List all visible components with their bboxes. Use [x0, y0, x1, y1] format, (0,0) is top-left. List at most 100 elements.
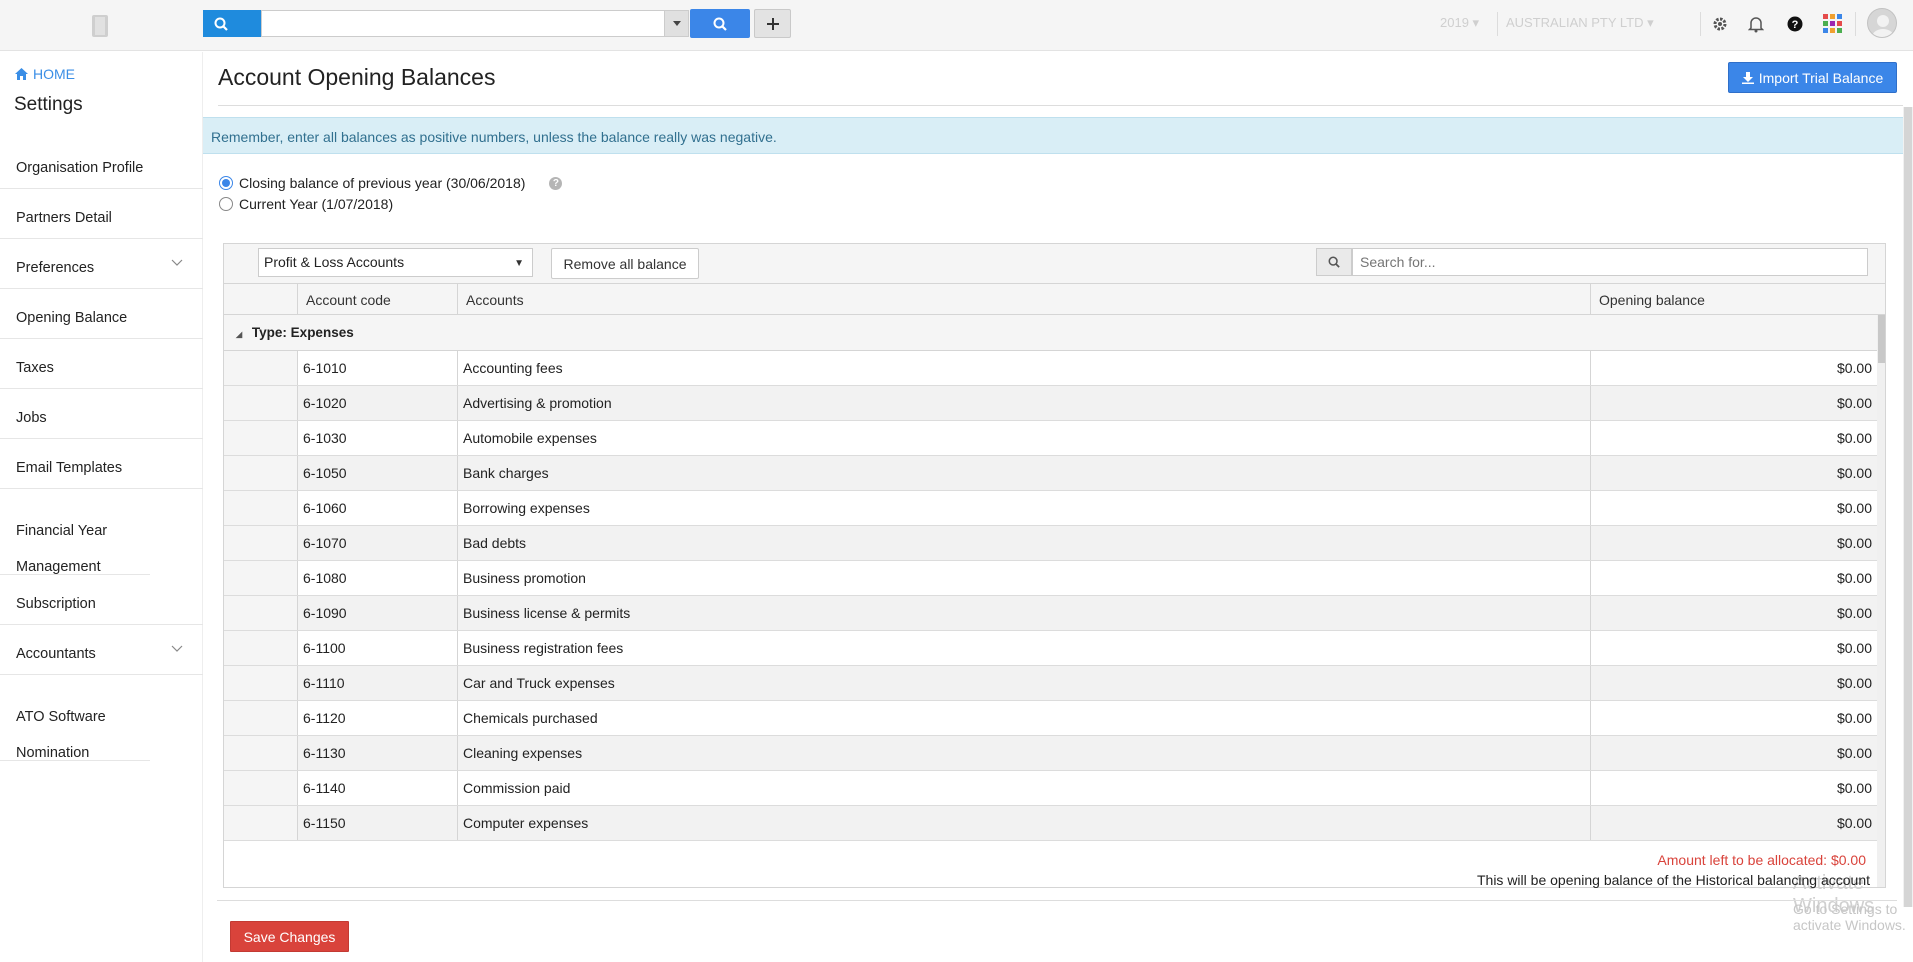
gear-icon[interactable] [1708, 12, 1732, 36]
opening-balance-cell[interactable]: $0.00 [1590, 421, 1877, 455]
sidebar-item-label: Preferences [16, 259, 95, 276]
account-code-cell: 6-1080 [297, 561, 457, 595]
table-row[interactable]: 6-1140 Commission paid $0.00 [224, 771, 1877, 806]
help-icon[interactable]: ? [1783, 12, 1807, 36]
opening-balance-cell[interactable]: $0.00 [1590, 771, 1877, 805]
group-label: Type: Expenses [251, 325, 354, 340]
search-submit-button[interactable] [690, 9, 750, 38]
import-trial-balance-button[interactable]: Import Trial Balance [1728, 62, 1897, 93]
home-link[interactable]: HOME [15, 66, 75, 82]
row-handle [224, 596, 297, 630]
sidebar-item-ato-software-nomination[interactable]: ATO Software Nomination [0, 675, 150, 761]
account-code-cell: 6-1030 [297, 421, 457, 455]
opening-balance-cell[interactable]: $0.00 [1590, 631, 1877, 665]
svg-text:?: ? [1792, 19, 1799, 31]
account-code-cell: 6-1060 [297, 491, 457, 525]
year-selector[interactable]: 2019 ▾ [1440, 15, 1479, 31]
opening-balance-cell[interactable]: $0.00 [1590, 596, 1877, 630]
page-scrollbar-thumb[interactable] [1904, 107, 1912, 907]
sidebar-item-opening-balance[interactable]: Opening Balance [0, 289, 203, 339]
column-header-accounts[interactable]: Accounts [457, 284, 1590, 315]
grid-scrollbar[interactable] [1877, 315, 1885, 887]
opening-balance-cell[interactable]: $0.00 [1590, 456, 1877, 490]
account-name-cell: Bad debts [457, 526, 1590, 560]
table-row[interactable]: 6-1130 Cleaning expenses $0.00 [224, 736, 1877, 771]
sidebar-item-email-templates[interactable]: Email Templates [0, 439, 203, 489]
table-row[interactable]: 6-1030 Automobile expenses $0.00 [224, 421, 1877, 456]
opening-balance-cell[interactable]: $0.00 [1590, 386, 1877, 420]
row-handle [224, 771, 297, 805]
account-name-cell: Car and Truck expenses [457, 666, 1590, 700]
opening-balance-cell[interactable]: $0.00 [1590, 491, 1877, 525]
opening-balance-cell[interactable]: $0.00 [1590, 701, 1877, 735]
grid-scrollbar-thumb[interactable] [1878, 315, 1885, 363]
table-row[interactable]: 6-1010 Accounting fees $0.00 [224, 351, 1877, 386]
opening-balance-cell[interactable]: $0.00 [1590, 526, 1877, 560]
collapse-triangle-icon[interactable]: ◢ [236, 330, 242, 339]
book-logo-icon[interactable] [80, 10, 122, 42]
sidebar-item-accountants[interactable]: Accountants [0, 625, 203, 675]
account-name-cell: Cleaning expenses [457, 736, 1590, 770]
radio-button-selected[interactable] [219, 176, 233, 190]
search-icon[interactable] [1316, 248, 1352, 276]
page-title: Account Opening Balances [218, 64, 496, 90]
row-handle [224, 386, 297, 420]
opening-balance-cell[interactable]: $0.00 [1590, 736, 1877, 770]
table-row[interactable]: 6-1100 Business registration fees $0.00 [224, 631, 1877, 666]
row-handle [224, 421, 297, 455]
table-row[interactable]: 6-1080 Business promotion $0.00 [224, 561, 1877, 596]
opening-balance-cell[interactable]: $0.00 [1590, 561, 1877, 595]
table-row[interactable]: 6-1020 Advertising & promotion $0.00 [224, 386, 1877, 421]
sidebar-item-subscription[interactable]: Subscription [0, 575, 203, 625]
opening-balance-cell[interactable]: $0.00 [1590, 806, 1877, 840]
home-icon [15, 68, 28, 80]
column-header-opening-balance[interactable]: Opening balance [1590, 284, 1877, 315]
bell-icon[interactable] [1744, 12, 1768, 36]
add-new-button[interactable] [754, 9, 791, 38]
table-row[interactable]: 6-1050 Bank charges $0.00 [224, 456, 1877, 491]
account-type-select[interactable]: Profit & Loss Accounts ▼ [258, 248, 533, 277]
account-code-cell: 6-1110 [297, 666, 457, 700]
grid-search-input[interactable] [1352, 248, 1868, 276]
group-row-expenses[interactable]: ◢ Type: Expenses [224, 315, 1885, 351]
user-avatar-icon[interactable] [1867, 8, 1897, 38]
radio-button[interactable] [219, 197, 233, 211]
radio-option-current-year[interactable]: Current Year (1/07/2018) [219, 196, 393, 212]
table-row[interactable]: 6-1060 Borrowing expenses $0.00 [224, 491, 1877, 526]
table-row[interactable]: 6-1120 Chemicals purchased $0.00 [224, 701, 1877, 736]
sidebar-item-label: Opening Balance [16, 309, 128, 326]
account-code-cell: 6-1050 [297, 456, 457, 490]
sidebar-item-label: Subscription [16, 595, 96, 612]
search-dropdown-button[interactable] [665, 10, 689, 37]
remove-all-balance-button[interactable]: Remove all balance [551, 248, 699, 279]
sidebar-item-label: Organisation Profile [16, 159, 144, 176]
search-icon [713, 17, 727, 31]
sidebar-item-organisation-profile[interactable]: Organisation Profile [0, 139, 203, 189]
page-scrollbar[interactable] [1903, 107, 1913, 907]
global-search-input[interactable] [261, 10, 665, 37]
organisation-selector[interactable]: AUSTRALIAN PTY LTD ▾ [1506, 15, 1654, 31]
help-icon[interactable]: ? [549, 176, 563, 190]
apps-grid-icon[interactable] [1821, 12, 1845, 36]
column-header-account-code[interactable]: Account code [297, 284, 457, 315]
sidebar-item-financial-year-management[interactable]: Financial Year Management [0, 489, 150, 575]
sidebar-item-jobs[interactable]: Jobs [0, 389, 203, 439]
account-code-cell: 6-1150 [297, 806, 457, 840]
divider [218, 105, 1903, 106]
account-code-cell: 6-1010 [297, 351, 457, 385]
table-row[interactable]: 6-1110 Car and Truck expenses $0.00 [224, 666, 1877, 701]
opening-balance-cell[interactable]: $0.00 [1590, 666, 1877, 700]
opening-balance-cell[interactable]: $0.00 [1590, 351, 1877, 385]
search-icon[interactable] [203, 10, 261, 37]
account-code-cell: 6-1100 [297, 631, 457, 665]
sidebar-item-preferences[interactable]: Preferences [0, 239, 203, 289]
sidebar-item-taxes[interactable]: Taxes [0, 339, 203, 389]
table-row[interactable]: 6-1070 Bad debts $0.00 [224, 526, 1877, 561]
table-row[interactable]: 6-1150 Computer expenses $0.00 [224, 806, 1877, 841]
row-handle [224, 736, 297, 770]
radio-option-closing-balance[interactable]: Closing balance of previous year (30/06/… [219, 175, 563, 191]
sidebar-item-label: Email Templates [16, 459, 123, 476]
table-row[interactable]: 6-1090 Business license & permits $0.00 [224, 596, 1877, 631]
save-changes-button[interactable]: Save Changes [230, 921, 349, 952]
sidebar-item-partners-detail[interactable]: Partners Detail [0, 189, 203, 239]
